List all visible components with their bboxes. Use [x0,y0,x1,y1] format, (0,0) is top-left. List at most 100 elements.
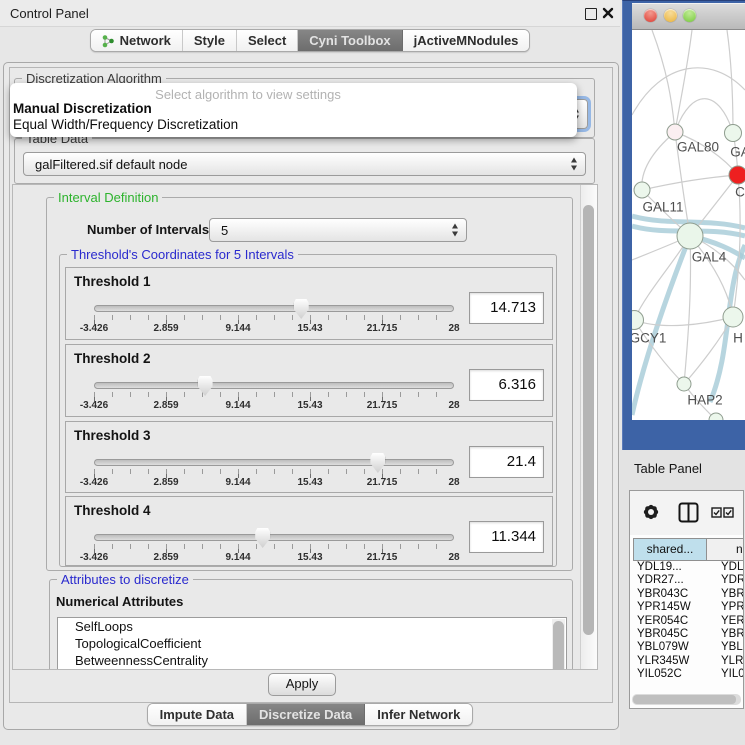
combo-stepper-icon[interactable] [571,158,578,171]
table-row[interactable]: YPR145W YPR1 [633,601,743,614]
tick-label: 15.43 [297,477,322,488]
close-traffic-light-icon[interactable] [644,9,657,22]
table-data-combobox[interactable]: galFiltered.sif default node [23,152,586,176]
table-cell[interactable]: YBR045C [633,628,712,641]
node-circle[interactable] [667,124,684,141]
table-row[interactable]: YDL19... YDL1 [633,561,743,574]
table-row[interactable]: YBL079W YBL0 [633,641,743,654]
checkbox-icon[interactable] [711,507,722,518]
gear-icon[interactable] [641,502,661,522]
network-view-canvas[interactable]: GAL80 GA C GAL11 GAL4 [632,30,745,420]
threshold-1-value-field[interactable]: 14.713 [469,292,544,324]
table-horizontal-scrollbar[interactable] [632,694,741,705]
cyni-bottom-tab[interactable]: Infer Network [365,704,472,725]
slider-track[interactable] [94,459,454,466]
node-label: GAL80 [677,140,719,155]
close-icon[interactable] [601,6,615,20]
algorithm-option[interactable]: Manual Discretization [13,101,574,117]
combo-stepper-icon[interactable] [452,224,459,237]
tab-label: Infer Network [377,707,460,722]
threshold-2-slider[interactable]: -3.4262.8599.14415.4321.71528 [94,376,454,414]
tick-label: 15.43 [297,552,322,563]
table-column-header[interactable]: shared... [633,538,707,561]
table-row[interactable]: YBR043C YBR0 [633,588,743,601]
tab-group: Network Style [90,29,531,52]
table-row[interactable]: YER054C YER0 [633,615,743,628]
slider-track[interactable] [94,534,454,541]
table-cell[interactable]: YBR0 [712,588,743,601]
table-cell[interactable]: YLR3 [712,655,743,668]
node-circle[interactable] [677,223,704,250]
table-cell[interactable]: YBL079W [633,641,712,654]
table-cell[interactable]: YBR043C [633,588,712,601]
table-cell[interactable]: YIL052C [633,668,712,681]
slider-track[interactable] [94,382,454,389]
attribute-list-item[interactable]: TopologicalCoefficient [58,635,566,652]
table-row[interactable]: YIL052C YIL0 [633,668,743,681]
tab-label: Impute Data [160,707,234,722]
threshold-4-slider[interactable]: -3.4262.8599.14415.4321.71528 [94,528,454,566]
control-panel-tab[interactable]: Select [237,30,298,51]
table-cell[interactable]: YBR0 [712,628,743,641]
node-circle[interactable] [677,377,692,392]
attributes-group: Attributes to discretize Numerical Attri… [49,579,573,670]
scrollbar-thumb[interactable] [633,695,736,704]
checkbox-icon[interactable] [723,507,734,518]
table-cell[interactable]: YBL0 [712,641,743,654]
threshold-3-value-field[interactable]: 21.4 [469,446,544,478]
node-circle[interactable] [632,310,644,330]
table-cell[interactable]: YPR1 [712,601,743,614]
numerical-attributes-label: Numerical Attributes [56,594,183,609]
attributes-list-scrollbar[interactable] [552,619,565,669]
cyni-bottom-tab[interactable]: Discretize Data [247,704,365,725]
table-cell[interactable]: YIL0 [712,668,743,681]
threshold-3-slider[interactable]: -3.4262.8599.14415.4321.71528 [94,453,454,491]
zoom-traffic-light-icon[interactable] [683,9,696,22]
table-cell[interactable]: YDL1 [712,561,743,574]
node-circle[interactable] [634,182,651,199]
tick-label: 9.144 [225,552,250,563]
threshold-1-label: Threshold 1 [74,274,151,289]
table-row[interactable]: YDR27... YDR2 [633,574,743,587]
table-cell[interactable]: YDL19... [633,561,712,574]
algorithm-option[interactable]: Equal Width/Frequency Discretization [13,117,574,133]
slider-track[interactable] [94,305,454,312]
table-row[interactable]: YBR045C YBR0 [633,628,743,641]
tick-label: 2.859 [153,477,178,488]
table-row[interactable]: YLR345W YLR3 [633,655,743,668]
node-circle[interactable] [729,166,745,185]
cyni-bottom-tab[interactable]: Impute Data [148,704,247,725]
node-circle[interactable] [723,307,744,328]
node-circle[interactable] [724,124,742,142]
minimize-traffic-light-icon[interactable] [664,9,677,22]
tick-label: 21.715 [367,477,398,488]
control-panel-tab[interactable]: Cyni Toolbox [298,30,402,51]
threshold-panel-2: Threshold 2 -3.4262.8599.14415.4321.7152… [65,344,553,417]
table-cell[interactable]: YDR27... [633,574,712,587]
settings-vertical-scrollbar[interactable] [580,185,597,669]
scrollbar-thumb[interactable] [553,621,564,670]
table-column-header[interactable]: name [706,538,743,561]
control-panel-tab[interactable]: Style [183,30,237,51]
table-panel-toolbar [630,491,743,535]
table-cell[interactable]: YER0 [712,615,743,628]
table-cell[interactable]: YLR345W [633,655,712,668]
threshold-4-value-field[interactable]: 11.344 [469,521,544,553]
table-cell[interactable]: YDR2 [712,574,743,587]
network-window-titlebar[interactable] [632,3,745,30]
control-panel-tab[interactable]: Network [91,30,183,51]
node-circle[interactable] [709,413,724,421]
float-window-icon[interactable] [585,8,597,20]
table-cell[interactable]: YPR145W [633,601,712,614]
threshold-2-value-field[interactable]: 6.316 [469,369,544,401]
table-cell[interactable]: YER054C [633,615,712,628]
control-panel-tab[interactable]: jActiveMNodules [403,30,530,51]
threshold-1-slider[interactable]: -3.4262.8599.14415.4321.71528 [94,299,454,337]
tab-group: Impute Data Discretize Data Infer Networ… [147,703,474,726]
scrollbar-thumb[interactable] [583,205,594,635]
apply-button[interactable]: Apply [268,673,336,696]
attribute-list-item[interactable]: BetweennessCentrality [58,652,566,669]
split-panel-icon[interactable] [678,502,699,523]
attribute-list-item[interactable]: SelfLoops [58,618,566,635]
number-of-intervals-combobox[interactable]: 5 [209,218,467,242]
